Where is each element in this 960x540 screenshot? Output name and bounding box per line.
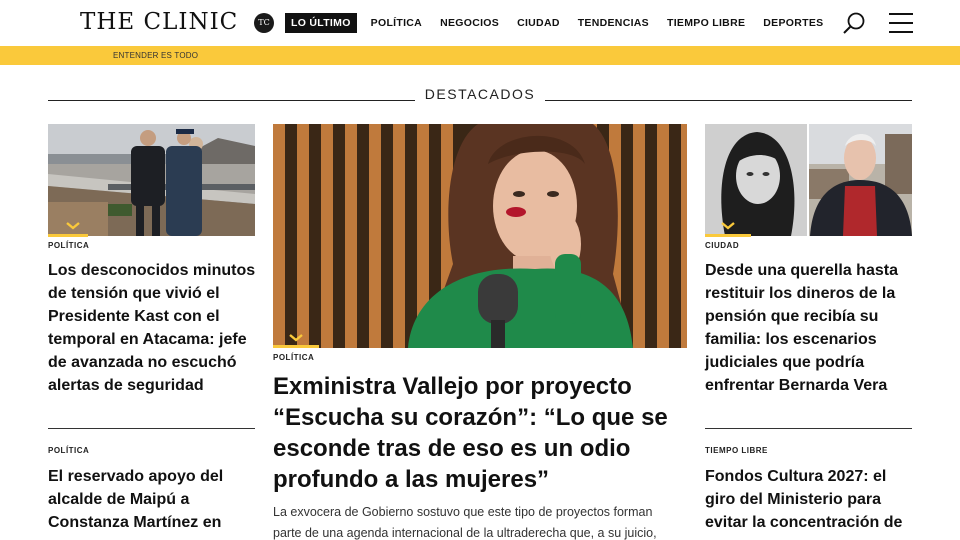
image-accent-bar [273,345,319,348]
section-title: DESTACADOS [424,86,536,102]
main-article-headline[interactable]: Exministra Vallejo por proyecto “Escucha… [273,371,673,495]
main-article-summary: La exvocera de Gobierno sostuvo que este… [273,505,657,540]
tagline-bar: ENTENDER ES TODO [0,46,960,65]
article-headline[interactable]: Los desconocidos minutos de tensión que … [48,259,258,397]
article-headline[interactable]: El reservado apoyo del alcalde de Maipú … [48,465,258,534]
search-icon[interactable] [842,11,866,35]
article-category[interactable]: POLÍTICA [273,353,314,362]
main-nav: LO ÚLTIMO POLÍTICA NEGOCIOS CIUDAD TENDE… [285,13,841,33]
section-divider-left [48,100,415,101]
nav-item-tiempo-libre[interactable]: TIEMPO LIBRE [667,17,745,29]
logo-badge[interactable]: TC [254,13,274,33]
image-accent-bar [48,234,88,237]
article-category[interactable]: POLÍTICA [48,241,89,250]
hamburger-menu-icon[interactable] [889,12,913,34]
image-accent-bar [705,234,751,237]
nav-item-negocios[interactable]: NEGOCIOS [440,17,499,29]
tagline: ENTENDER ES TODO [113,51,199,60]
nav-item-deportes[interactable]: DEPORTES [763,17,823,29]
site-header: THE CLINIC TC LO ÚLTIMO POLÍTICA NEGOCIO… [0,0,960,46]
chevron-down-icon [721,222,735,230]
article-category[interactable]: CIUDAD [705,241,739,250]
nav-item-politica[interactable]: POLÍTICA [371,17,422,29]
article-image-bernarda-vera[interactable] [705,124,912,236]
article-image-kast-storm[interactable] [48,124,255,236]
section-divider-right [545,100,912,101]
site-logo[interactable]: THE CLINIC [80,9,238,35]
nav-item-lo-ultimo[interactable]: LO ÚLTIMO [285,13,357,33]
article-category[interactable]: TIEMPO LIBRE [705,446,768,455]
article-headline[interactable]: Fondos Cultura 2027: el giro del Ministe… [705,465,915,540]
article-divider [48,428,255,429]
article-category[interactable]: POLÍTICA [48,446,89,455]
nav-item-ciudad[interactable]: CIUDAD [517,17,560,29]
chevron-down-icon [66,222,80,230]
nav-item-tendencias[interactable]: TENDENCIAS [578,17,649,29]
chevron-down-icon [289,334,303,342]
article-divider [705,428,912,429]
article-headline[interactable]: Desde una querella hasta restituir los d… [705,259,915,397]
article-image-vallejo[interactable] [273,124,687,348]
